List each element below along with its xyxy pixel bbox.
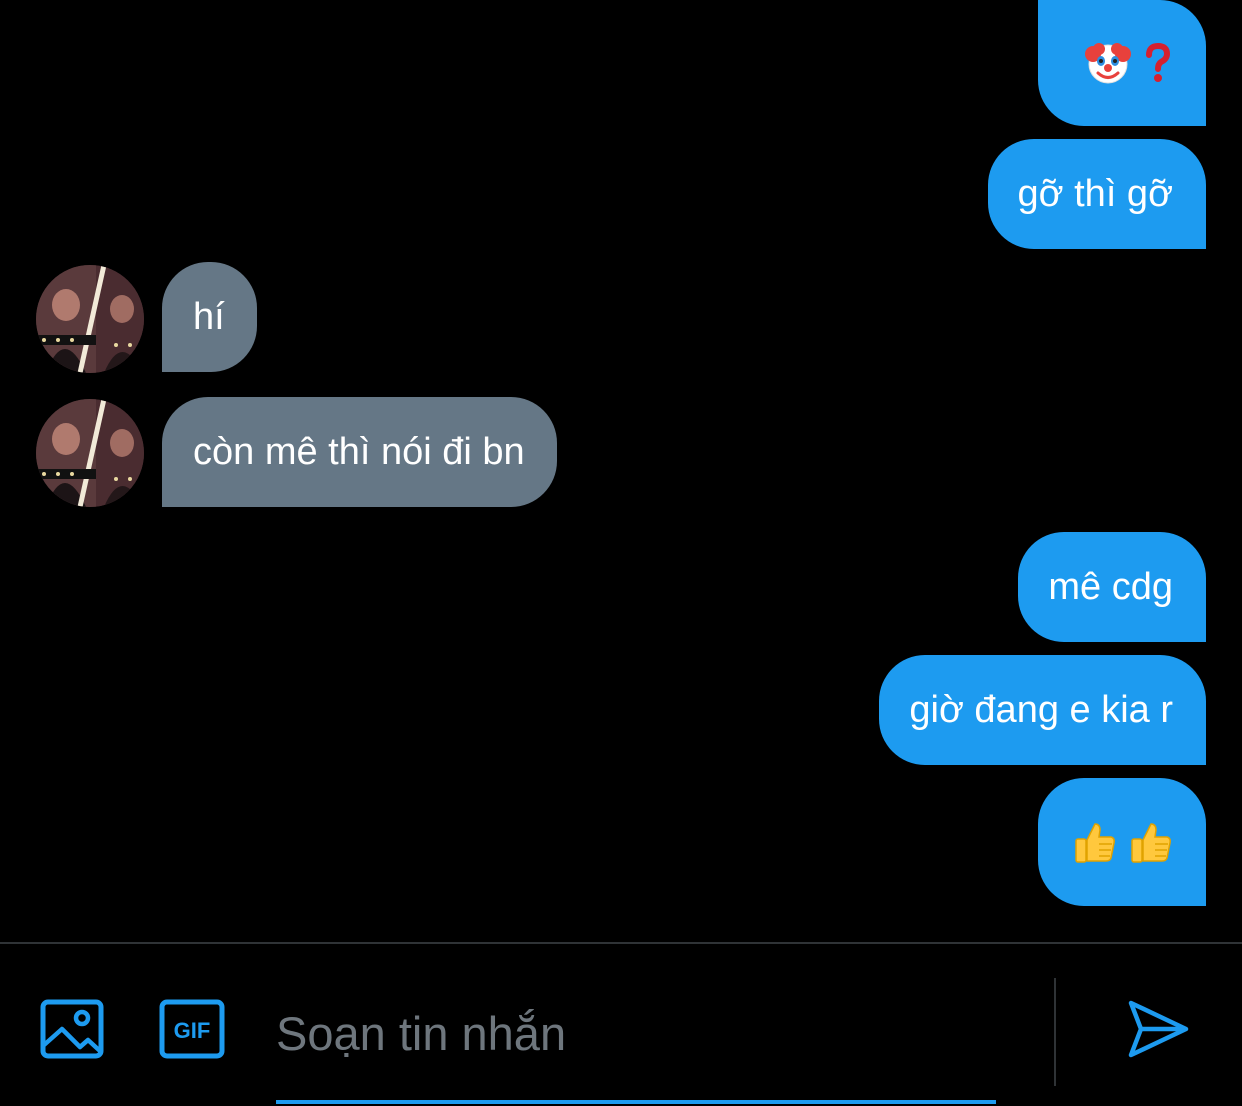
- red-question-mark-icon: [1146, 43, 1171, 82]
- message-input-container: [276, 974, 996, 1104]
- message-text: gỡ thì gỡ: [1017, 173, 1173, 215]
- clown-face-icon: [1085, 43, 1131, 84]
- message-bubble-sent[interactable]: [1038, 0, 1206, 126]
- message-text: hí: [193, 296, 225, 338]
- send-button[interactable]: [1126, 997, 1190, 1066]
- thumbs-up-icon: [1075, 823, 1115, 863]
- message-bubble-sent[interactable]: mê cdg: [1018, 532, 1206, 642]
- message-emoji-content: [1085, 40, 1173, 86]
- sender-avatar[interactable]: [36, 265, 144, 373]
- message-text: giờ đang e kia r: [909, 689, 1173, 731]
- message-bubble-sent[interactable]: [1038, 778, 1206, 906]
- avatar-photo-icon: [36, 399, 144, 507]
- add-image-button[interactable]: [40, 999, 104, 1064]
- send-icon: [1128, 1000, 1189, 1058]
- gif-icon: GIF: [159, 999, 225, 1059]
- message-bubble-received[interactable]: còn mê thì nói đi bn: [162, 397, 557, 507]
- message-text: mê cdg: [1048, 566, 1173, 608]
- thumbs-up-icon: [1131, 823, 1171, 863]
- message-input[interactable]: [276, 998, 996, 1068]
- gif-label: GIF: [174, 1018, 211, 1043]
- message-composer: GIF: [0, 944, 1242, 1106]
- message-bubble-sent[interactable]: gỡ thì gỡ: [987, 139, 1206, 249]
- composer-separator: [1054, 978, 1056, 1086]
- avatar-photo-icon: [36, 265, 144, 373]
- image-icon: [40, 999, 104, 1059]
- message-bubble-received[interactable]: hí: [162, 262, 257, 372]
- add-gif-button[interactable]: GIF: [159, 999, 225, 1064]
- dm-conversation-screen: gỡ thì gỡ hí còn mê thì nói đi bn mê cdg…: [0, 0, 1242, 1106]
- message-text: còn mê thì nói đi bn: [193, 431, 525, 473]
- message-bubble-sent[interactable]: giờ đang e kia r: [879, 655, 1206, 765]
- message-emoji-content: [1073, 820, 1173, 864]
- sender-avatar[interactable]: [36, 399, 144, 507]
